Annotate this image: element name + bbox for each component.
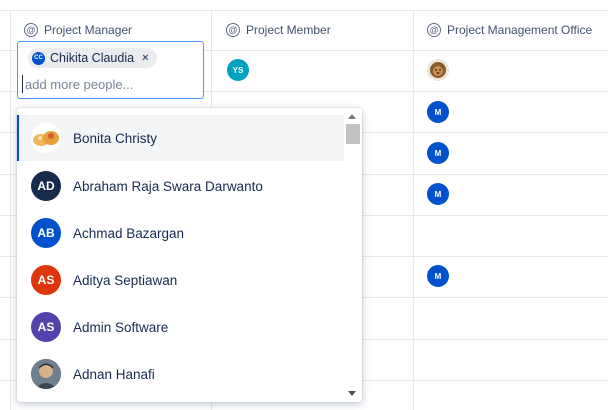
- dropdown-option[interactable]: Adnan Hanafi: [17, 351, 344, 397]
- dropdown-option[interactable]: AS Admin Software: [17, 304, 344, 350]
- column-header-project-member[interactable]: @ Project Member: [226, 10, 331, 50]
- at-sign-icon: @: [427, 23, 441, 37]
- chip-avatar: CC: [32, 51, 45, 65]
- lion-photo-icon: [427, 59, 449, 81]
- avatar-initials: M: [434, 271, 442, 281]
- avatar: AB: [31, 218, 61, 248]
- close-icon[interactable]: ×: [142, 52, 148, 64]
- pmo-avatar[interactable]: M: [427, 183, 449, 205]
- avatar-initials: YS: [232, 65, 244, 75]
- option-label: Bonita Christy: [73, 130, 158, 146]
- option-label: Achmad Bazargan: [73, 225, 185, 241]
- cake-photo-icon: [31, 123, 61, 153]
- dropdown-option[interactable]: AB Achmad Bazargan: [17, 210, 344, 256]
- at-sign-icon: @: [226, 23, 240, 37]
- dropdown-option[interactable]: Bonita Christy: [17, 115, 344, 161]
- selected-person-chip[interactable]: CC Chikita Claudia ×: [28, 48, 157, 68]
- avatar-initials: AB: [37, 226, 55, 240]
- column-header-project-management-office[interactable]: @ Project Management Office: [427, 10, 592, 50]
- pmo-avatar[interactable]: M: [427, 142, 449, 164]
- scrollbar-thumb[interactable]: [346, 124, 360, 144]
- option-label: Admin Software: [73, 319, 169, 335]
- at-sign-icon: @: [24, 23, 38, 37]
- dropdown-scrollbar[interactable]: [344, 108, 362, 402]
- avatar-initials: M: [434, 107, 442, 117]
- pmo-avatar-photo[interactable]: [427, 59, 449, 81]
- people-picker-editor[interactable]: CC Chikita Claudia ×: [17, 41, 204, 99]
- column-header-label: Project Management Office: [447, 23, 593, 37]
- member-avatar[interactable]: YS: [227, 59, 249, 81]
- dropdown-option[interactable]: AD Abraham Raja Swara Darwanto: [17, 163, 344, 209]
- option-label: Adnan Hanafi: [73, 366, 155, 382]
- pmo-avatar[interactable]: M: [427, 265, 449, 287]
- option-label: Aditya Septiawan: [73, 272, 178, 288]
- avatar-initials: AS: [37, 273, 55, 287]
- avatar-initials: M: [434, 189, 442, 199]
- avatar: AS: [31, 265, 61, 295]
- avatar-initials: AS: [37, 320, 55, 334]
- avatar-initials: AD: [37, 179, 55, 193]
- person-photo-icon: [31, 359, 61, 389]
- avatar: AD: [31, 171, 61, 201]
- column-header-label: Project Member: [246, 23, 331, 37]
- column-header-label: Project Manager: [44, 23, 133, 37]
- dropdown-option[interactable]: AS Aditya Septiawan: [17, 257, 344, 303]
- people-dropdown[interactable]: Bonita Christy AD Abraham Raja Swara Dar…: [17, 108, 362, 402]
- add-people-input[interactable]: [22, 75, 197, 93]
- scroll-down-arrow-icon[interactable]: [348, 391, 356, 396]
- scroll-up-arrow-icon[interactable]: [348, 114, 356, 119]
- avatar-initials: CC: [34, 55, 43, 61]
- column-divider: [413, 10, 414, 410]
- column-divider: [10, 10, 11, 410]
- avatar: [31, 123, 61, 153]
- avatar-initials: M: [434, 148, 442, 158]
- pmo-avatar[interactable]: M: [427, 101, 449, 123]
- avatar: [31, 359, 61, 389]
- option-label: Abraham Raja Swara Darwanto: [73, 178, 263, 194]
- avatar: AS: [31, 312, 61, 342]
- chip-label: Chikita Claudia: [50, 51, 135, 65]
